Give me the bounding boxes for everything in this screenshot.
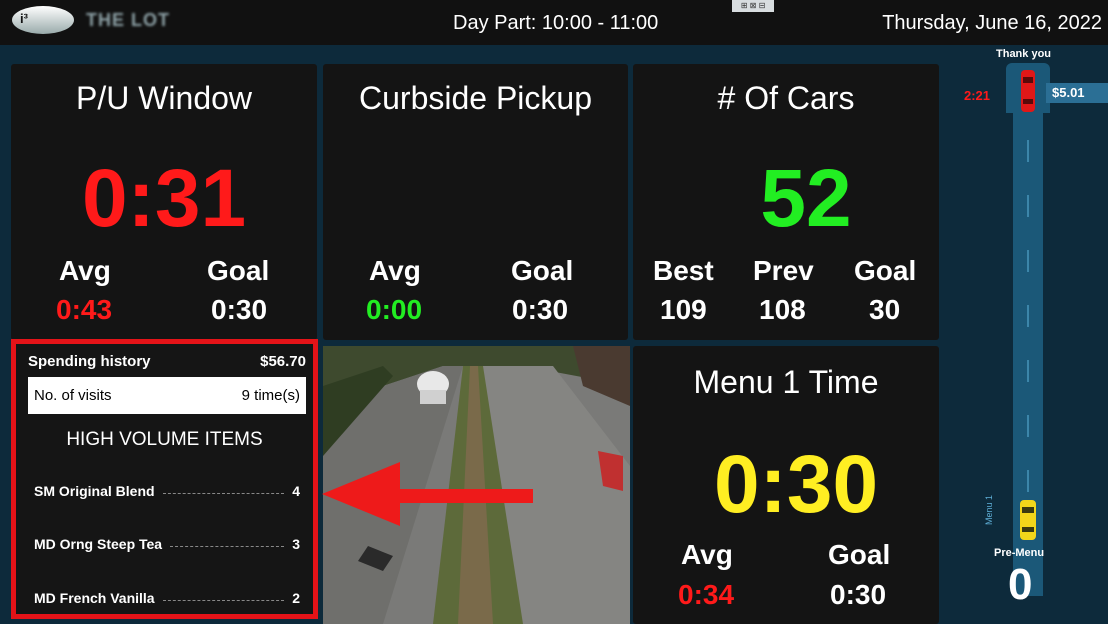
spending-history-row: Spending history $56.70 [28, 353, 306, 370]
best-value: 109 [660, 294, 707, 325]
menu1-panel: Menu 1 Time 0:30 Avg Goal 0:34 0:30 [633, 346, 939, 624]
header-bar: i³ THE LOT ⊞ ⊠ ⊟ Day Part: 10:00 - 11:00… [0, 0, 1108, 45]
drive-thru-lane: Thank you 2:21 $5.01 Menu 1 Pre-Menu 0 [946, 45, 1108, 624]
cars-panel: # Of Cars 52 Best Prev Goal 109 108 30 [633, 64, 939, 340]
avg-label: Avg [681, 539, 733, 570]
yellow-car-icon[interactable] [1018, 499, 1038, 541]
item-leader [162, 492, 285, 494]
avg-value: 0:00 [366, 294, 423, 325]
goal-label: Goal [207, 255, 270, 286]
panel-title: Curbside Pickup [359, 80, 592, 116]
car-amount: $5.01 [1046, 83, 1108, 103]
item-name: MD French Vanilla [34, 590, 155, 606]
list-item: MD French Vanilla 2 [34, 590, 300, 606]
avg-label: Avg [59, 255, 111, 286]
item-qty: 2 [292, 590, 300, 606]
cars-count: 52 [760, 153, 852, 244]
item-qty: 4 [292, 483, 300, 499]
curbside-panel: Curbside Pickup Avg Goal 0:00 0:30 [323, 64, 628, 340]
car-time: 2:21 [964, 88, 991, 103]
goal-value: 0:30 [830, 579, 887, 610]
prev-label: Prev [753, 255, 814, 286]
item-leader [170, 545, 285, 547]
goal-value: 0:30 [211, 294, 268, 325]
avg-label: Avg [369, 255, 421, 286]
day-part: Day Part: 10:00 - 11:00 [453, 12, 659, 34]
avg-value: 0:43 [56, 294, 113, 325]
pu-window-panel: P/U Window 0:31 Avg Goal 0:43 0:30 [11, 64, 317, 340]
panel-title: # Of Cars [717, 80, 855, 116]
i3-logo-icon: i³ [12, 6, 74, 34]
best-label: Best [653, 255, 714, 286]
window-controls[interactable]: ⊞ ⊠ ⊟ [732, 0, 774, 12]
menu1-time: 0:30 [713, 439, 879, 530]
red-car-icon[interactable] [1020, 69, 1036, 113]
item-qty: 3 [292, 536, 300, 552]
spending-history-label: Spending history [28, 353, 151, 370]
logo-badge: i³ [20, 11, 28, 26]
pu-window-time: 0:31 [81, 153, 247, 244]
goal-label: Goal [511, 255, 574, 286]
visits-row: No. of visits 9 time(s) [28, 377, 306, 414]
goal-label: Goal [854, 255, 917, 286]
current-date: Thursday, June 16, 2022 [882, 12, 1102, 34]
panel-title: Menu 1 Time [693, 364, 879, 400]
menu-label: Menu 1 [984, 494, 994, 525]
logo: i³ THE LOT [12, 6, 170, 34]
visits-value: 9 time(s) [241, 387, 300, 404]
spending-history-value: $56.70 [260, 353, 306, 370]
panel-title: P/U Window [75, 80, 253, 116]
list-item: SM Original Blend 4 [34, 483, 300, 499]
list-item: MD Orng Steep Tea 3 [34, 536, 300, 552]
pre-menu-label: Pre-Menu [994, 547, 1045, 559]
visits-label: No. of visits [34, 387, 112, 404]
item-name: SM Original Blend [34, 483, 155, 499]
goal-value: 30 [869, 294, 901, 325]
arrow-head-icon [322, 462, 400, 526]
goal-label: Goal [828, 539, 891, 570]
item-leader [162, 599, 285, 601]
store-name: THE LOT [86, 9, 170, 30]
pre-menu-count: 0 [1008, 560, 1033, 609]
high-volume-heading: HIGH VOLUME ITEMS [66, 429, 263, 450]
prev-value: 108 [759, 294, 806, 325]
spending-history-panel: Spending history $56.70 No. of visits 9 … [11, 339, 318, 619]
item-name: MD Orng Steep Tea [34, 536, 163, 552]
avg-value: 0:34 [678, 579, 735, 610]
goal-value: 0:30 [512, 294, 569, 325]
thank-you-label: Thank you [996, 48, 1052, 60]
